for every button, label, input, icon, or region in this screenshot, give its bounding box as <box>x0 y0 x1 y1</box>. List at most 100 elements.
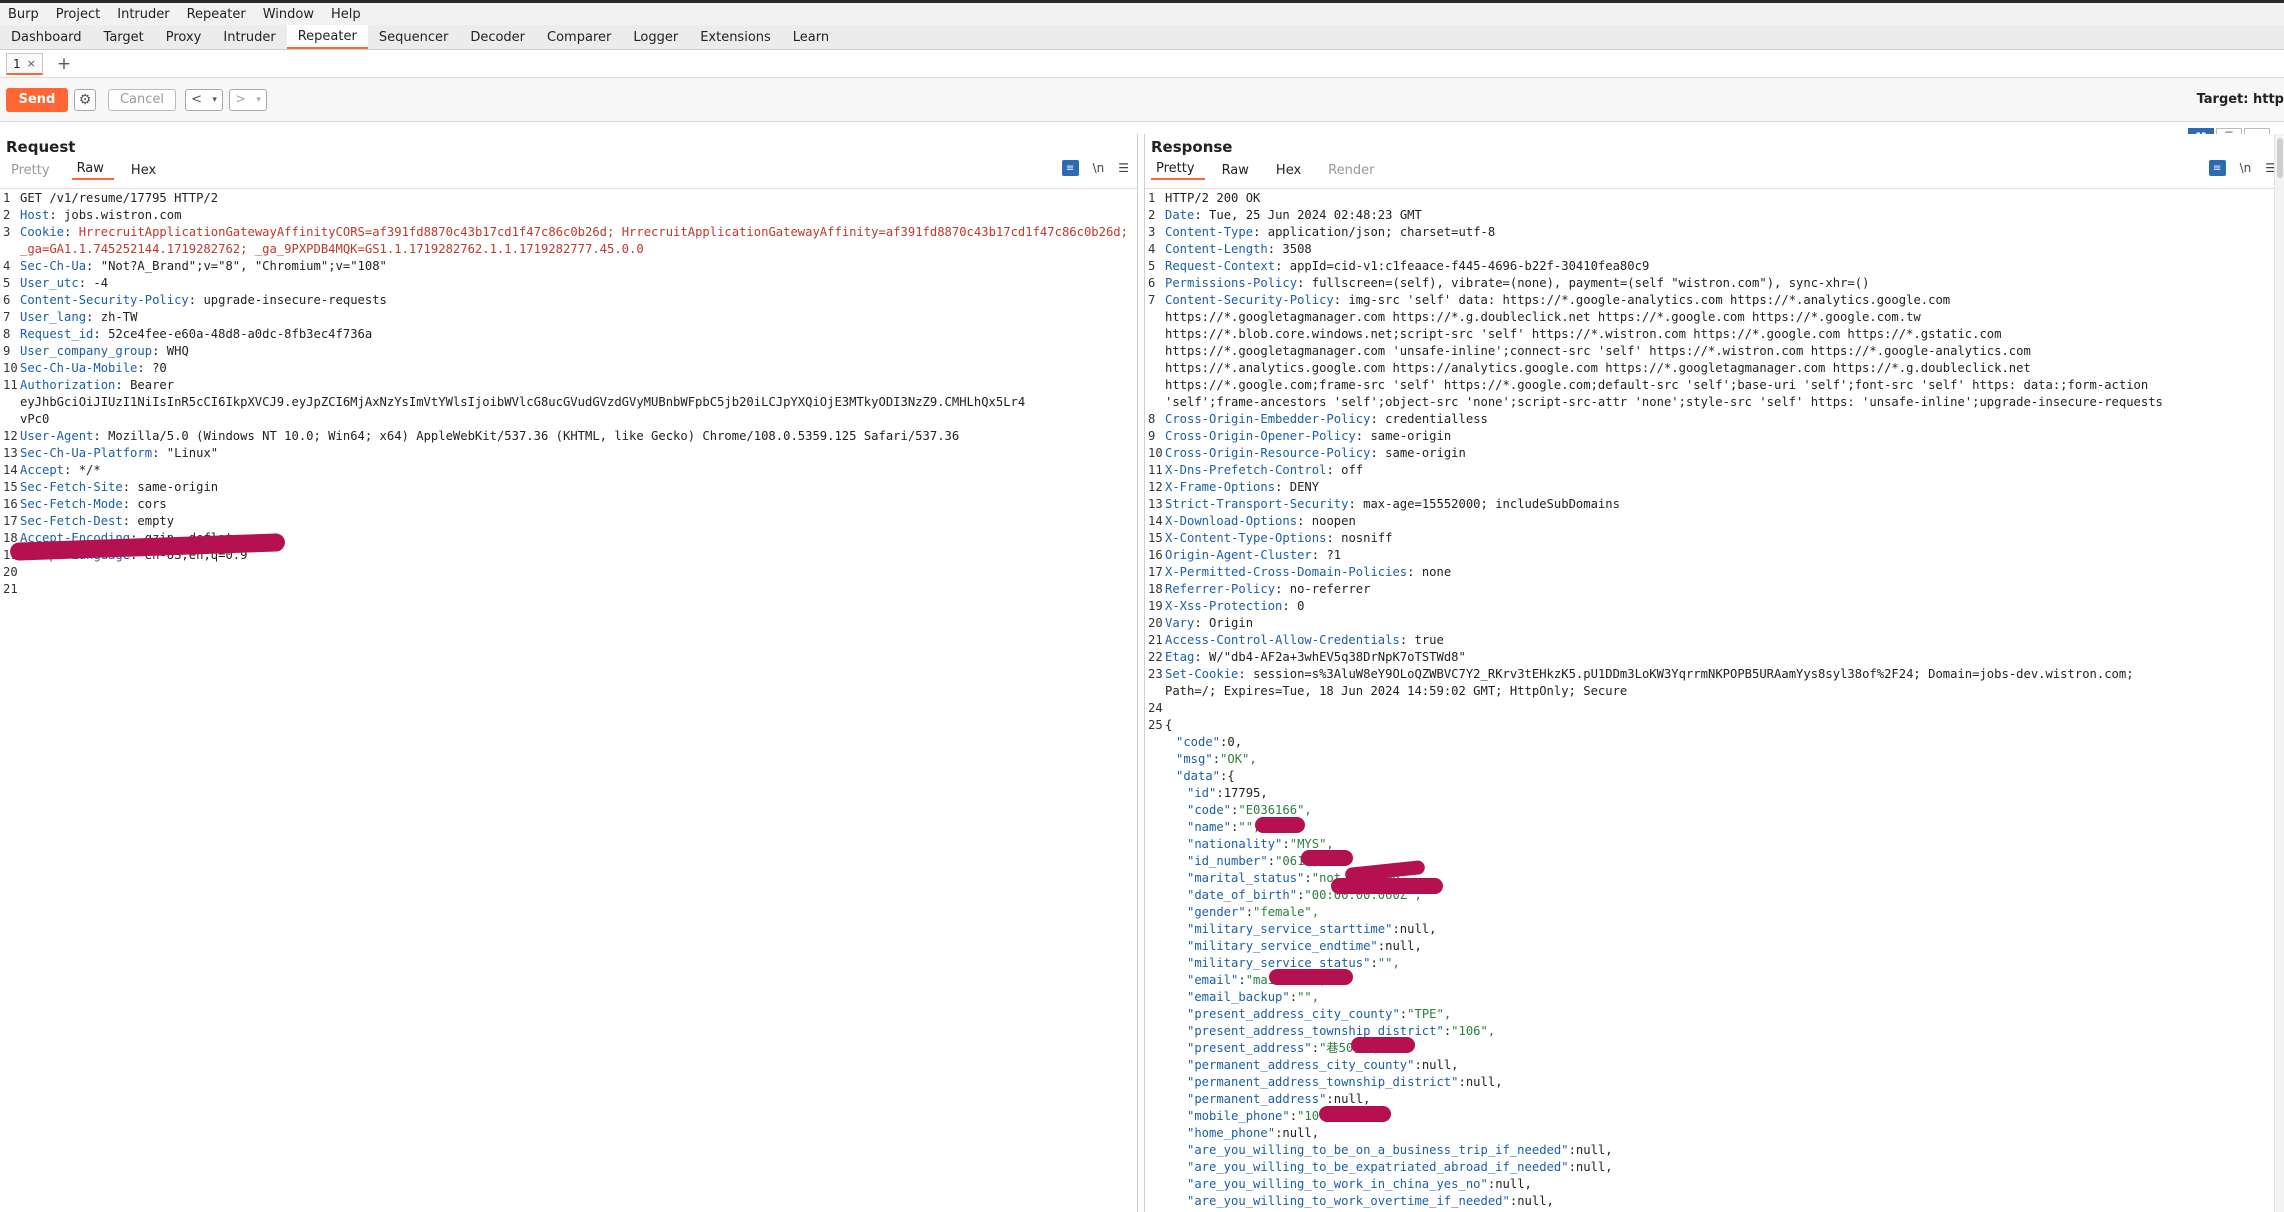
line-number: 7 <box>1148 293 1156 307</box>
header-separator: : <box>1407 565 1422 579</box>
response-tab-pretty[interactable]: Pretty <box>1151 161 1205 180</box>
gear-icon[interactable]: ⚙ <box>74 88 96 111</box>
code-line: 20 Vary: Origin <box>1145 615 2284 632</box>
tab-dashboard[interactable]: Dashboard <box>0 25 93 49</box>
json-text: "permanent_address_city_county":null, <box>1165 1057 2284 1074</box>
newline-icon[interactable]: \n <box>2240 161 2252 175</box>
menu-item-help[interactable]: Help <box>331 7 361 22</box>
repeater-tab-label: 1 <box>13 56 21 71</box>
repeater-tab-1[interactable]: 1 × <box>6 53 43 75</box>
response-editor[interactable]: 1 HTTP/2 200 OK 2 Date: Tue, 25 Jun 2024 02… <box>1145 188 2284 1212</box>
line-text: Cross-Origin-Resource-Policy: same-origi… <box>1165 445 2284 462</box>
wrap-icon[interactable]: ≡ <box>2208 160 2226 176</box>
request-editor[interactable]: 1 GET /v1/resume/17795 HTTP/2 2 Host: jobs.… <box>0 188 1137 1212</box>
response-tab-raw[interactable]: Raw <box>1217 163 1259 180</box>
header-separator: : <box>122 514 138 528</box>
header-name: Referrer-Policy <box>1165 582 1276 596</box>
tab-decoder[interactable]: Decoder <box>459 25 536 49</box>
response-scrollbar[interactable] <box>2274 134 2284 1212</box>
json-colon: : <box>1282 837 1290 851</box>
line-text: Content-Length: 3508 <box>1165 241 2284 258</box>
json-key: "present_address" <box>1187 1041 1312 1055</box>
json-key: "id_number" <box>1187 854 1268 868</box>
tab-target[interactable]: Target <box>93 25 155 49</box>
line-text: Sec-Ch-Ua: "Not?A_Brand";v="8", "Chromiu… <box>20 258 1137 275</box>
request-tab-pretty[interactable]: Pretty <box>6 163 60 180</box>
code-line: 5 User_utc: -4 <box>0 275 1137 292</box>
line-number <box>1145 802 1165 819</box>
json-text: "are_you_willing_to_work_overtime_if_nee… <box>1165 1193 2284 1210</box>
tab-intruder[interactable]: Intruder <box>212 25 286 49</box>
line-number <box>1145 1006 1165 1023</box>
menu-item-intruder[interactable]: Intruder <box>117 7 169 22</box>
header-name: Origin-Agent-Cluster <box>1165 548 1312 562</box>
tab-extensions[interactable]: Extensions <box>689 25 782 49</box>
header-value: same-origin <box>137 480 219 494</box>
line-number <box>1145 1125 1165 1142</box>
header-separator: : <box>1333 293 1349 307</box>
line-text: Vary: Origin <box>1165 615 2284 632</box>
wrap-icon[interactable]: ≡ <box>1061 160 1079 176</box>
response-tab-hex[interactable]: Hex <box>1271 163 1311 180</box>
line-number <box>1145 1057 1165 1074</box>
request-tab-raw[interactable]: Raw <box>71 161 114 180</box>
json-key: "email_backup" <box>1187 990 1290 1004</box>
json-line: "permanent_address":null, <box>1145 1091 2284 1108</box>
menu-item-project[interactable]: Project <box>56 7 100 22</box>
header-name: Vary <box>1165 616 1195 630</box>
request-tab-hex[interactable]: Hex <box>126 163 166 180</box>
header-name: Cross-Origin-Opener-Policy <box>1165 429 1356 443</box>
code-line: 7 Content-Security-Policy: img-src 'self'… <box>1145 292 2284 411</box>
code-line: 6 Content-Security-Policy: upgrade-insecu… <box>0 292 1137 309</box>
header-separator: : <box>1275 582 1290 596</box>
menu-item-repeater[interactable]: Repeater <box>187 7 246 22</box>
menu-item-window[interactable]: Window <box>263 7 314 22</box>
menu-icon[interactable]: ☰ <box>1118 161 1129 175</box>
header-name: Content-Type <box>1165 225 1254 239</box>
menu-item-burp[interactable]: Burp <box>8 7 39 22</box>
tab-learn[interactable]: Learn <box>782 25 840 49</box>
header-name: Sec-Ch-Ua <box>20 259 87 273</box>
header-separator: : <box>1194 616 1210 630</box>
header-name: Strict-Transport-Security <box>1165 497 1349 511</box>
response-tab-render[interactable]: Render <box>1323 163 1384 180</box>
line-text: Sec-Ch-Ua-Platform: "Linux" <box>20 445 1137 462</box>
line-number: 5 <box>3 276 11 290</box>
header-separator: : <box>64 225 79 239</box>
header-separator: : <box>152 446 167 460</box>
header-separator: : <box>1194 650 1210 664</box>
code-line: 3 Content-Type: application/json; charset… <box>1145 224 2284 241</box>
code-line: 12 X-Frame-Options: DENY <box>1145 479 2284 496</box>
forward-button[interactable]: > ▾ <box>229 88 267 111</box>
tab-logger[interactable]: Logger <box>622 25 689 49</box>
line-text: Sec-Fetch-Dest: empty <box>20 513 1137 530</box>
newline-icon[interactable]: \n <box>1093 161 1105 175</box>
json-colon: : <box>1245 905 1254 919</box>
tab-repeater[interactable]: Repeater <box>286 25 368 49</box>
cancel-button[interactable]: Cancel <box>108 88 176 111</box>
code-line: 7 User_lang: zh-TW <box>0 309 1137 326</box>
scrollbar-thumb[interactable] <box>2277 138 2283 178</box>
add-tab-icon[interactable]: + <box>57 54 71 74</box>
header-value: appId=cid-v1:c1feaace-f445-4696-b22f-304… <box>1289 259 1650 273</box>
code-line: 12 User-Agent: Mozilla/5.0 (Windows NT 10… <box>0 428 1137 445</box>
line-number <box>1145 1108 1165 1125</box>
header-value: "Linux" <box>166 446 219 460</box>
request-view-tabs: Pretty Raw Hex ≡ \n ☰ <box>0 160 1137 180</box>
line-text: X-Xss-Protection: 0 <box>1165 598 2284 615</box>
code-line: 22 Etag: W/"db4-AF2a+3whEV5q38DrNpK7oTSTW… <box>1145 649 2284 666</box>
target-label[interactable]: Target: http <box>2197 92 2284 107</box>
request-title: Request <box>6 138 76 156</box>
response-view-tabs: Pretty Raw Hex Render ≡ \n ☰ <box>1145 160 2284 180</box>
close-icon[interactable]: × <box>27 57 36 70</box>
header-name: X-Permitted-Cross-Domain-Policies <box>1165 565 1408 579</box>
send-button[interactable]: Send <box>6 87 68 112</box>
header-name: Sec-Fetch-Mode <box>20 497 123 511</box>
tab-sequencer[interactable]: Sequencer <box>368 25 459 49</box>
back-button[interactable]: < ▾ <box>185 88 223 111</box>
tab-proxy[interactable]: Proxy <box>155 25 213 49</box>
tab-comparer[interactable]: Comparer <box>536 25 622 49</box>
line-number <box>1145 989 1165 1006</box>
json-colon: : <box>1289 990 1298 1004</box>
redaction-mark <box>1301 850 1353 866</box>
